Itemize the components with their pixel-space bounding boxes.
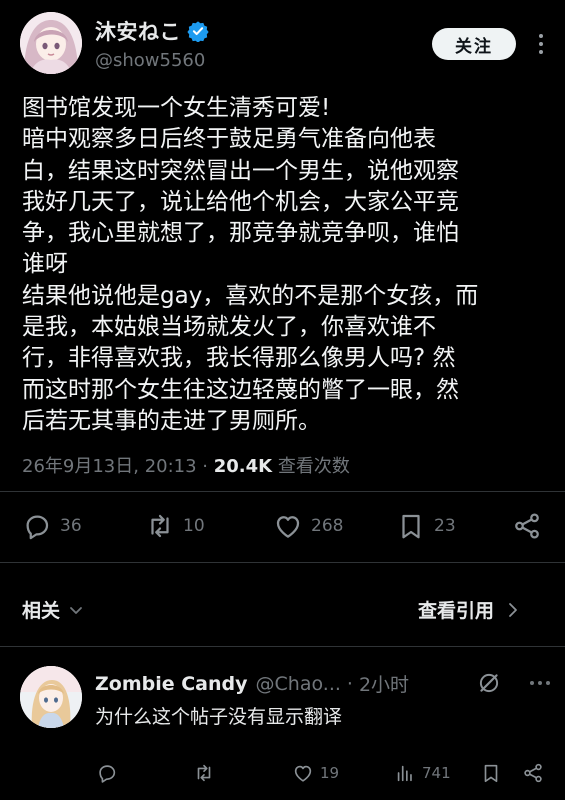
verified-badge-icon [187,21,209,42]
post-header: 沐安ねこ @show5560 关注 [0,0,565,92]
repost-icon [151,514,169,538]
post-timestamp[interactable]: 26年9月13日, 20:13 [22,456,197,477]
post-text-line: 白，结果这时突然冒出一个男生，说他观察 [22,157,459,184]
author-display-name[interactable]: 沐安ねこ [95,16,181,46]
reply-button[interactable]: 36 [22,506,82,546]
post-meta: 26年9月13日, 20:13 · 20.4K 查看次数 [22,452,350,478]
share-icon [524,763,542,783]
chevron-down-icon [70,606,82,614]
share-button[interactable] [512,506,542,546]
follow-button[interactable]: 关注 [432,28,516,60]
reply-repost-button[interactable] [193,758,221,788]
tweet-detail-screen: 沐安ねこ @show5560 关注 图书馆发现一个女生清秀可爱! 暗中观察多日后… [0,0,565,800]
reply-views-count: 741 [422,764,451,782]
divider [0,491,565,492]
bookmark-button[interactable]: 23 [396,506,456,546]
reply-reply-button[interactable] [96,758,124,788]
heart-icon [294,765,312,782]
reply-header: Zombie Candy @Chao... · 2小时 [95,670,409,697]
grok-icon[interactable] [476,670,502,696]
reply-icon [26,515,49,540]
repost-count: 10 [183,516,205,536]
reply-bookmark-button[interactable] [480,758,502,788]
heart-icon [276,516,300,538]
meta-separator: · [196,456,214,477]
author-avatar[interactable] [20,12,82,74]
chevron-right-icon [509,602,517,617]
reply-like-count: 19 [320,764,340,782]
view-quotes-link[interactable]: 查看引用 [418,596,520,623]
post-text-line: 结果他说他是gay，喜欢的不是那个女孩，而 [22,282,479,309]
reply-more-options-icon[interactable] [527,672,553,694]
reply-text: 为什么这个帖子没有显示翻译 [95,706,343,728]
repost-button[interactable]: 10 [145,506,205,546]
view-quotes-label: 查看引用 [418,600,495,622]
repost-icon [197,764,211,782]
reply-share-button[interactable] [522,758,544,788]
author-handle[interactable]: @show5560 [95,50,205,71]
post-text-line: 我好几天了，说让给他个机会，大家公平竞 [22,188,459,215]
reply-separator: · [346,672,353,695]
views-chart-icon [397,765,412,782]
post-text-line: 而这时那个女生往这边轻蔑的瞥了一眼，然 [22,376,459,403]
reply-author-avatar[interactable] [20,666,82,728]
bookmark-count: 23 [434,516,456,536]
post-text-line: 争，我心里就想了，那竞争就竞争呗，谁怕 [22,220,459,247]
reply-like-button[interactable]: 19 [292,758,339,788]
post-text-line: 是我，本姑娘当场就发火了，你喜欢谁不 [22,314,436,341]
views-label: 查看次数 [277,456,350,477]
share-icon [515,513,539,539]
reply-time[interactable]: 2小时 [359,670,409,697]
related-toggle[interactable]: 相关 [22,596,84,623]
divider [0,646,565,647]
post-text-line: 暗中观察多日后终于鼓足勇气准备向他表 [22,126,436,153]
reply-author-name[interactable]: Zombie Candy [95,673,248,695]
reply-views-button[interactable]: 741 [394,758,451,788]
reply-icon [99,765,116,783]
more-options-icon[interactable] [530,30,552,58]
post-text-line: 行，非得喜欢我，我长得那么像男人吗? 然 [22,345,456,372]
like-count: 268 [311,516,344,536]
views-count: 20.4K [213,456,273,477]
related-label: 相关 [22,600,61,622]
reply-count: 36 [60,516,82,536]
author-name-row: 沐安ねこ [95,16,209,46]
like-button[interactable]: 268 [273,506,343,546]
reply-actions: 19 741 [0,758,565,788]
post-actions: 36 10 268 23 [0,506,565,546]
divider [0,562,565,563]
post-text-line: 图书馆发现一个女生清秀可爱! [22,95,331,121]
reply-author-handle[interactable]: @Chao... [256,673,341,695]
post-text: 图书馆发现一个女生清秀可爱! 暗中观察多日后终于鼓足勇气准备向他表 白，结果这时… [22,93,547,437]
bookmark-icon [484,764,498,783]
post-text-line: 谁呀 [22,251,68,278]
bookmark-icon [402,514,420,539]
post-text-line: 后若无其事的走进了男厕所。 [22,407,321,434]
